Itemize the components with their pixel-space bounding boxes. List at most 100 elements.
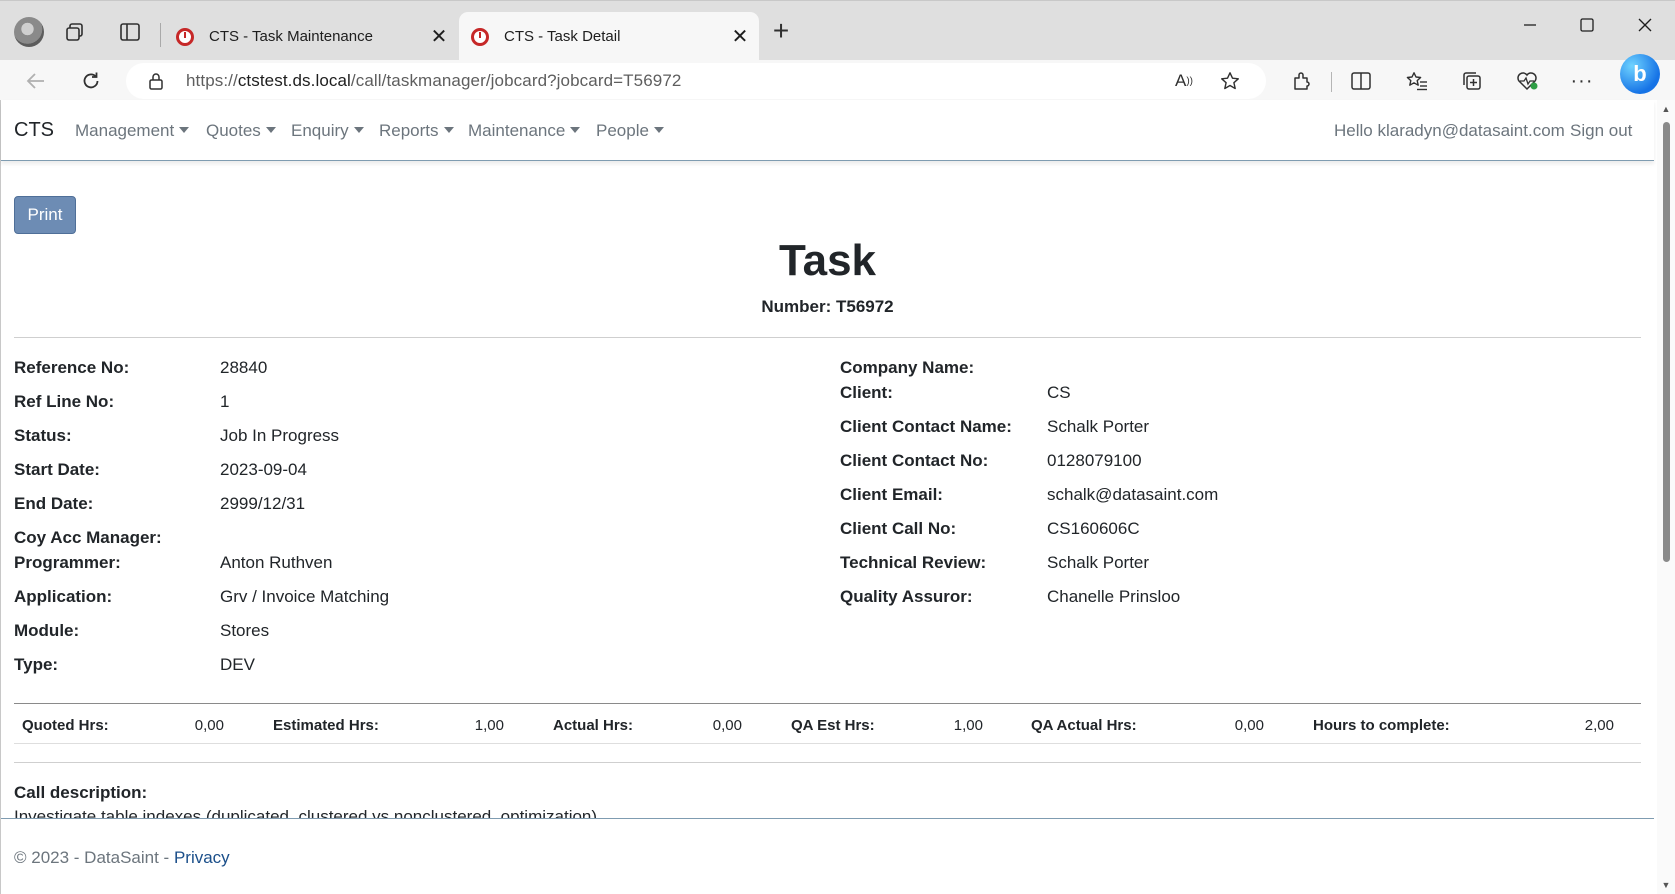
hours-label: Quoted Hrs: bbox=[22, 717, 109, 734]
copilot-icon[interactable]: b bbox=[1620, 54, 1660, 94]
field-label: Programmer: bbox=[14, 553, 121, 572]
field-label: Start Date: bbox=[14, 460, 100, 479]
ref-line-no-value: 1 bbox=[220, 392, 230, 411]
hours-label: Hours to complete: bbox=[1313, 717, 1450, 734]
field-label: End Date: bbox=[14, 494, 94, 513]
client-contact-no-value: 0128079100 bbox=[1047, 451, 1142, 470]
split-screen-icon[interactable] bbox=[1348, 68, 1374, 94]
page-scrollbar[interactable]: ▲ ▼ bbox=[1657, 100, 1675, 894]
copyright-text: © 2023 - DataSaint - bbox=[14, 848, 174, 867]
sign-out-link[interactable]: Sign out bbox=[1570, 121, 1632, 141]
brand-link[interactable]: CTS bbox=[14, 119, 54, 142]
call-description-container: Investigate table indexes (duplicated, c… bbox=[14, 805, 1634, 818]
nav-menu-maintenance[interactable]: Maintenance bbox=[468, 121, 581, 141]
nav-menu-enquiry[interactable]: Enquiry bbox=[291, 121, 364, 141]
hours-label: QA Est Hrs: bbox=[791, 717, 875, 734]
client-call-no-value: CS160606C bbox=[1047, 519, 1140, 538]
actual-hrs-value: 0,00 bbox=[712, 717, 742, 734]
divider bbox=[14, 337, 1641, 338]
url-path: /call/taskmanager/jobcard?jobcard=T56972 bbox=[350, 71, 682, 90]
tab-title: CTS - Task Maintenance bbox=[209, 28, 373, 45]
tab-close-icon[interactable]: ✕ bbox=[428, 25, 450, 48]
lock-icon[interactable] bbox=[146, 71, 166, 91]
nav-menu-label: Maintenance bbox=[468, 121, 566, 140]
user-greeting-link[interactable]: Hello klaradyn@datasaint.com bbox=[1334, 121, 1565, 141]
nav-menu-people[interactable]: People bbox=[596, 121, 664, 141]
nav-menu-reports[interactable]: Reports bbox=[379, 121, 454, 141]
quality-assuror-value: Chanelle Prinsloo bbox=[1047, 587, 1181, 606]
programmer-value: Anton Ruthven bbox=[220, 553, 333, 572]
tab-close-icon[interactable]: ✕ bbox=[729, 25, 751, 48]
tab-task-detail[interactable]: CTS - Task Detail ✕ bbox=[459, 12, 759, 61]
chevron-down-icon bbox=[265, 127, 276, 133]
field-label: Ref Line No: bbox=[14, 392, 115, 411]
cts-favicon-icon bbox=[176, 27, 194, 46]
scrollbar-thumb[interactable] bbox=[1663, 122, 1670, 562]
maximize-icon[interactable] bbox=[1564, 9, 1610, 41]
browser-essentials-icon[interactable] bbox=[1514, 68, 1540, 94]
hours-summary-row: Quoted Hrs: 0,00 Estimated Hrs: 1,00 Act… bbox=[14, 703, 1641, 744]
favorites-icon[interactable] bbox=[1404, 68, 1430, 94]
type-value: DEV bbox=[220, 655, 255, 674]
toolbar-divider bbox=[1331, 72, 1332, 92]
browser-tab-bar: CTS - Task Maintenance ✕ CTS - Task Deta… bbox=[0, 0, 1675, 61]
field-label: Client Contact Name: bbox=[840, 417, 1012, 436]
workspaces-icon[interactable] bbox=[62, 19, 88, 45]
read-aloud-icon[interactable]: A)) bbox=[1172, 69, 1196, 93]
client-value: CS bbox=[1047, 383, 1071, 402]
quoted-hrs-value: 0,00 bbox=[194, 717, 224, 734]
field-label: Client Contact No: bbox=[840, 451, 989, 470]
field-label: Company Name: bbox=[840, 358, 975, 377]
tab-task-maintenance[interactable]: CTS - Task Maintenance ✕ bbox=[164, 12, 458, 61]
chevron-down-icon bbox=[570, 127, 581, 133]
field-label: Application: bbox=[14, 587, 113, 606]
print-button[interactable]: Print bbox=[14, 196, 76, 234]
field-label: Coy Acc Manager: bbox=[14, 528, 162, 547]
profile-avatar[interactable] bbox=[14, 17, 44, 47]
client-email-value: schalk@datasaint.com bbox=[1047, 485, 1219, 504]
back-icon[interactable] bbox=[22, 67, 50, 95]
reference-no-value: 28840 bbox=[220, 358, 268, 377]
chevron-down-icon bbox=[179, 127, 190, 133]
site-footer: © 2023 - DataSaint - Privacy bbox=[1, 818, 1654, 894]
nav-menu-management[interactable]: Management bbox=[75, 121, 190, 141]
privacy-link[interactable]: Privacy bbox=[174, 848, 230, 867]
tab-separator bbox=[160, 23, 161, 47]
close-window-icon[interactable] bbox=[1622, 9, 1668, 41]
hours-to-complete-value: 2,00 bbox=[1584, 717, 1614, 734]
estimated-hrs-value: 1,00 bbox=[474, 717, 504, 734]
field-label: Type: bbox=[14, 655, 59, 674]
field-label: Module: bbox=[14, 621, 80, 640]
cts-favicon-icon bbox=[471, 27, 489, 46]
start-date-value: 2023-09-04 bbox=[220, 460, 307, 479]
more-options-icon[interactable]: ··· bbox=[1569, 68, 1595, 94]
refresh-icon[interactable] bbox=[77, 67, 105, 95]
chevron-down-icon bbox=[653, 127, 664, 133]
url-text[interactable]: https://ctstest.ds.local/call/taskmanage… bbox=[186, 71, 681, 91]
collections-icon[interactable] bbox=[1459, 68, 1485, 94]
nav-menu-label: People bbox=[596, 121, 649, 140]
minimize-icon[interactable] bbox=[1507, 9, 1553, 41]
nav-menu-quotes[interactable]: Quotes bbox=[206, 121, 276, 141]
client-contact-name-value: Schalk Porter bbox=[1047, 417, 1150, 436]
tab-title: CTS - Task Detail bbox=[504, 28, 621, 45]
chevron-down-icon bbox=[353, 127, 364, 133]
nav-menu-label: Quotes bbox=[206, 121, 261, 140]
nav-menu-label: Enquiry bbox=[291, 121, 349, 140]
field-label: Client Email: bbox=[840, 485, 943, 504]
scroll-up-arrow-icon[interactable]: ▲ bbox=[1661, 104, 1671, 114]
technical-review-value: Schalk Porter bbox=[1047, 553, 1150, 572]
vertical-tabs-icon[interactable] bbox=[117, 19, 143, 45]
url-scheme: https:// bbox=[186, 71, 238, 90]
scroll-down-arrow-icon[interactable]: ▼ bbox=[1661, 880, 1671, 890]
new-tab-icon[interactable]: + bbox=[766, 17, 796, 47]
field-label: Reference No: bbox=[14, 358, 130, 377]
status-value: Job In Progress bbox=[220, 426, 340, 445]
field-label: Status: bbox=[14, 426, 72, 445]
site-navbar: CTS Management Quotes Enquiry Reports Ma… bbox=[1, 100, 1654, 161]
end-date-value: 2999/12/31 bbox=[220, 494, 306, 513]
nav-menu-label: Management bbox=[75, 121, 175, 140]
url-field[interactable]: https://ctstest.ds.local/call/taskmanage… bbox=[126, 63, 1266, 99]
extensions-icon[interactable] bbox=[1289, 68, 1315, 94]
favorite-star-icon[interactable] bbox=[1218, 69, 1242, 93]
